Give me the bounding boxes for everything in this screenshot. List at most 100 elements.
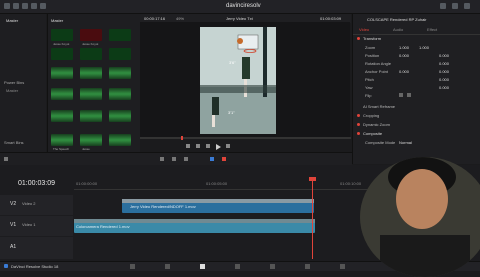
media-thumb[interactable]: [109, 29, 131, 41]
inspector-clip-name: COLSCAPE Rendered RP Zuhair: [367, 17, 427, 22]
timeline-playhead[interactable]: [312, 179, 313, 259]
media-thumb[interactable]: [80, 29, 102, 41]
media-thumb[interactable]: [80, 48, 102, 60]
audio-thumb[interactable]: [80, 134, 102, 146]
yaw-field[interactable]: 0.000: [439, 85, 449, 90]
anchor-label: Anchor Point: [365, 69, 388, 74]
mixer-icon[interactable]: [440, 3, 446, 9]
audio-thumb[interactable]: [109, 134, 131, 146]
section-dynamic-zoom[interactable]: Dynamic Zoom: [363, 122, 390, 128]
selection-tool-icon[interactable]: [160, 157, 164, 161]
audio-thumb[interactable]: [109, 67, 131, 79]
fairlight-page-icon[interactable]: [305, 264, 310, 269]
power-bins-label: Power Bins: [4, 80, 25, 85]
dynamic-zoom-enabled-dot[interactable]: [357, 123, 360, 126]
top-toolbar: davinciresolv: [0, 0, 480, 14]
audio-thumb[interactable]: [109, 110, 131, 122]
audio-thumb[interactable]: [80, 110, 102, 122]
cut-page-icon[interactable]: [165, 264, 170, 269]
position-y-field[interactable]: 0.000: [439, 53, 449, 58]
section-smart-reframe[interactable]: AI Smart Reframe: [363, 104, 395, 110]
audio-thumb[interactable]: [51, 67, 73, 79]
section-cropping[interactable]: Cropping: [363, 113, 379, 119]
timeline-clip-v2[interactable]: Jerry Video Rendered/NDOFF 1.mov: [122, 199, 314, 213]
viewer-zoom[interactable]: 49%: [176, 16, 184, 21]
zoom-y-field[interactable]: 1.000: [419, 45, 429, 50]
track-name: Video 1: [22, 222, 36, 227]
viewer-timecode-right: 01:00:03:09: [320, 16, 342, 21]
power-bin-master[interactable]: Master: [6, 88, 18, 93]
tab-effect[interactable]: Effect: [427, 27, 437, 32]
track-id: A1: [10, 244, 17, 250]
audio-thumb[interactable]: [51, 134, 73, 146]
composite-enabled-dot[interactable]: [357, 132, 360, 135]
linked-selection-icon[interactable]: [222, 157, 226, 161]
audio-thumb[interactable]: [80, 67, 102, 79]
audio-thumb[interactable]: [51, 110, 73, 122]
resolve-logo-icon: [4, 264, 8, 268]
section-transform[interactable]: Transform: [363, 36, 381, 42]
trim-tool-icon[interactable]: [172, 157, 176, 161]
media-thumb[interactable]: [51, 29, 73, 41]
track-id: V2: [10, 201, 17, 207]
rotation-label: Rotation Angle: [365, 61, 392, 66]
cropping-enabled-dot[interactable]: [357, 114, 360, 117]
audio-thumb[interactable]: [109, 88, 131, 100]
pitch-field[interactable]: 0.000: [439, 77, 449, 82]
media-clip-name: Jesse: [82, 147, 90, 151]
clip-thumbnail-strip: [122, 199, 314, 203]
divider: [353, 34, 480, 35]
section-composite[interactable]: Composite: [363, 131, 382, 137]
edit-page-icon[interactable]: [200, 264, 205, 269]
fusion-page-icon[interactable]: [235, 264, 240, 269]
anchor-y-field[interactable]: 0.000: [439, 69, 449, 74]
edit-index-icon[interactable]: [31, 3, 37, 9]
track-header-v1[interactable]: V1 Video 1: [0, 216, 73, 236]
media-page-icon[interactable]: [130, 264, 135, 269]
viewer-playhead[interactable]: [181, 136, 183, 140]
metadata-icon[interactable]: [452, 3, 458, 9]
effects-icon[interactable]: [22, 3, 28, 9]
audio-thumb[interactable]: [80, 88, 102, 100]
track-header-a1[interactable]: A1: [0, 237, 73, 259]
master-bin[interactable]: Master: [6, 18, 18, 23]
timeline-clip-v1[interactable]: Colorcamera Rendered 1.mov: [74, 219, 315, 233]
media-pool-icon[interactable]: [4, 3, 10, 9]
play-icon[interactable]: [216, 144, 221, 150]
rotation-field[interactable]: 0.000: [439, 61, 449, 66]
first-frame-icon[interactable]: [186, 144, 190, 148]
snapping-icon[interactable]: [210, 157, 214, 161]
layout-icon[interactable]: [4, 157, 8, 161]
deliver-page-icon[interactable]: [340, 264, 345, 269]
position-x-field[interactable]: 0.000: [399, 53, 409, 58]
edit-toolbar: [0, 152, 352, 165]
webcam-overlay: [360, 157, 480, 277]
presenter-face-image: [360, 157, 480, 277]
blade-tool-icon[interactable]: [184, 157, 188, 161]
playhead-handle[interactable]: [309, 177, 316, 181]
play-reverse-icon[interactable]: [196, 144, 200, 148]
zoom-x-field[interactable]: 1.000: [399, 45, 409, 50]
transform-enabled-dot[interactable]: [357, 37, 360, 40]
flip-horizontal-icon[interactable]: [399, 93, 403, 97]
audio-thumb[interactable]: [51, 88, 73, 100]
track-header-v2[interactable]: V2 Video 2: [0, 195, 73, 215]
flip-vertical-icon[interactable]: [407, 93, 411, 97]
stop-icon[interactable]: [206, 144, 210, 148]
tab-video[interactable]: Video: [359, 27, 369, 32]
ruler-mark: 01:00:10:00: [340, 181, 362, 186]
anchor-x-field[interactable]: 0.000: [399, 69, 409, 74]
sync-bin-icon[interactable]: [13, 3, 19, 9]
media-thumb[interactable]: [51, 48, 73, 60]
sound-library-icon[interactable]: [40, 3, 46, 9]
color-page-icon[interactable]: [270, 264, 275, 269]
pitch-label: Pitch: [365, 77, 374, 82]
last-frame-icon[interactable]: [226, 144, 230, 148]
composite-mode-select[interactable]: Normal: [399, 140, 412, 145]
media-thumb[interactable]: [109, 48, 131, 60]
tab-audio[interactable]: Audio: [393, 27, 403, 32]
inspector-icon[interactable]: [464, 3, 470, 9]
viewer-scrub-bar[interactable]: [140, 136, 351, 140]
media-clip-name: Jesse Koyot: [53, 42, 70, 46]
smart-bins-label: Smart Bins: [4, 140, 24, 145]
